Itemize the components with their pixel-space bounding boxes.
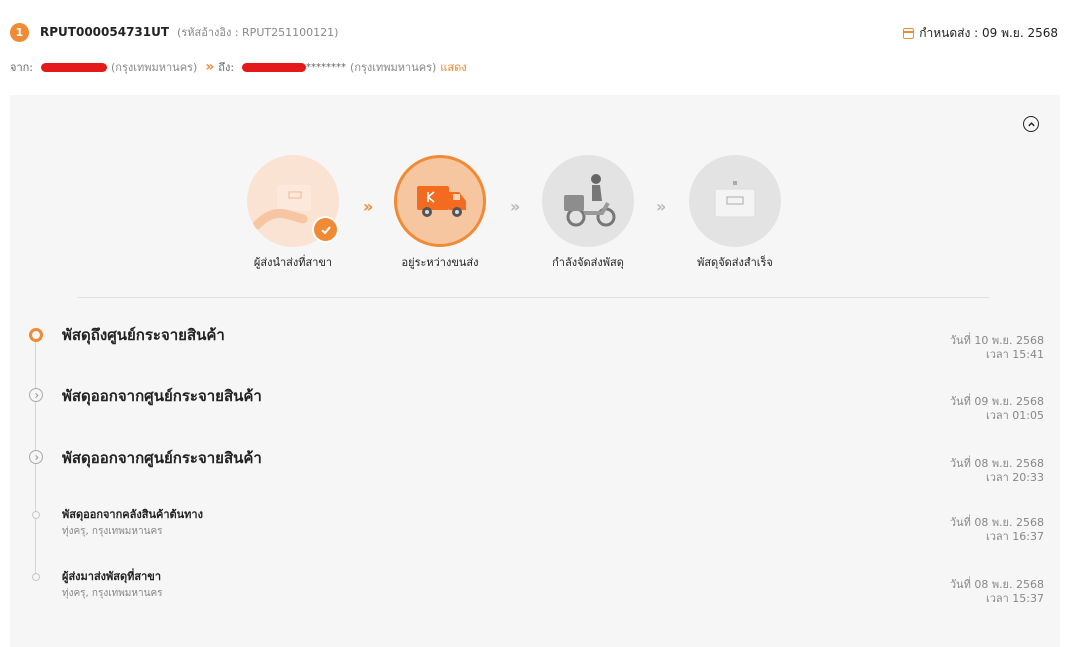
collapse-button[interactable] — [1023, 116, 1039, 132]
motorcycle-courier-icon — [564, 174, 616, 227]
due-date-text: กำหนดส่ง : 09 พ.ย. 2568 — [919, 26, 1058, 40]
timeline-dot — [32, 573, 40, 581]
active-status-dot — [29, 328, 43, 342]
step-label: อยู่ระหว่างขนส่ง — [401, 256, 479, 269]
step-arrow-icon: » — [510, 197, 520, 216]
shipment-index-badge: 1 — [10, 22, 29, 42]
from-city: (กรุงเทพมหานคร) — [111, 61, 198, 74]
event-time: เวลา 16:37 — [985, 530, 1044, 543]
step-label: พัสดุจัดส่งสำเร็จ — [697, 256, 773, 269]
truck-icon — [417, 186, 466, 217]
masked-recipient: ******** — [306, 61, 347, 73]
step-transit-image — [394, 155, 486, 247]
tracking-panel: ผู้ส่งนำส่งที่สาขา » อยู่ระหว่างขนส่ง » — [10, 95, 1060, 647]
timeline-dot — [32, 511, 40, 519]
shipment-header: 1 RPUT000054731UT (รหัสอ้างอิง : RPUT251… — [10, 22, 338, 42]
event-time: เวลา 15:41 — [985, 348, 1044, 361]
tracking-number: RPUT000054731UT — [40, 25, 170, 39]
event-title: พัสดุถึงศูนย์กระจายสินค้า — [62, 326, 225, 344]
divider — [78, 297, 990, 298]
show-details-link[interactable]: แสดง — [440, 58, 466, 76]
redacted-sender — [41, 62, 107, 72]
event-title: พัสดุออกจากคลังสินค้าต้นทาง — [62, 508, 203, 521]
event-time: เวลา 01:05 — [985, 409, 1044, 422]
step-label: ผู้ส่งนำส่งที่สาขา — [253, 256, 333, 269]
step-delivery-image — [542, 155, 634, 247]
event-time: เวลา 15:37 — [985, 592, 1044, 605]
event-time: เวลา 20:33 — [985, 471, 1044, 484]
reference-code: (รหัสอ้างอิง : RPUT251100121) — [177, 26, 339, 39]
event-location: ทุ่งครุ, กรุงเทพมหานคร — [62, 526, 163, 537]
chevron-right-circle-icon[interactable] — [29, 450, 43, 464]
step-sender-dropoff: ผู้ส่งนำส่งที่สาขา — [233, 155, 353, 271]
to-city: (กรุงเทพมหานคร) — [350, 61, 437, 74]
event-location: ทุ่งครุ, กรุงเทพมหานคร — [62, 588, 163, 599]
from-label: จาก: — [10, 61, 33, 74]
route-line: จาก: (กรุงเทพมหานคร) » ถึง: ******** (กร… — [10, 58, 467, 76]
step-in-transit: อยู่ระหว่างขนส่ง — [380, 155, 500, 271]
to-label: ถึง: — [218, 61, 235, 74]
package-box-icon — [714, 181, 756, 218]
calendar-icon — [903, 28, 915, 39]
step-arrow-icon: » — [656, 197, 666, 216]
chevron-up-circle-icon — [1027, 121, 1035, 126]
event-title: พัสดุออกจากศูนย์กระจายสินค้า — [62, 387, 262, 405]
due-date: กำหนดส่ง : 09 พ.ย. 2568 — [903, 24, 1058, 43]
check-icon — [312, 216, 339, 243]
step-delivered: พัสดุจัดส่งสำเร็จ — [675, 155, 795, 271]
step-label: กำลังจัดส่งพัสดุ — [552, 256, 624, 269]
event-title: พัสดุออกจากศูนย์กระจายสินค้า — [62, 449, 262, 467]
event-title: ผู้ส่งมาส่งพัสดุที่สาขา — [62, 570, 161, 583]
step-arrow-icon: » — [363, 197, 373, 216]
chevron-right-circle-icon[interactable] — [29, 388, 43, 402]
step-delivered-image — [689, 155, 781, 247]
route-arrow-icon: » — [205, 59, 214, 75]
step-out-for-delivery: กำลังจัดส่งพัสดุ — [528, 155, 648, 271]
redacted-recipient — [242, 62, 307, 72]
